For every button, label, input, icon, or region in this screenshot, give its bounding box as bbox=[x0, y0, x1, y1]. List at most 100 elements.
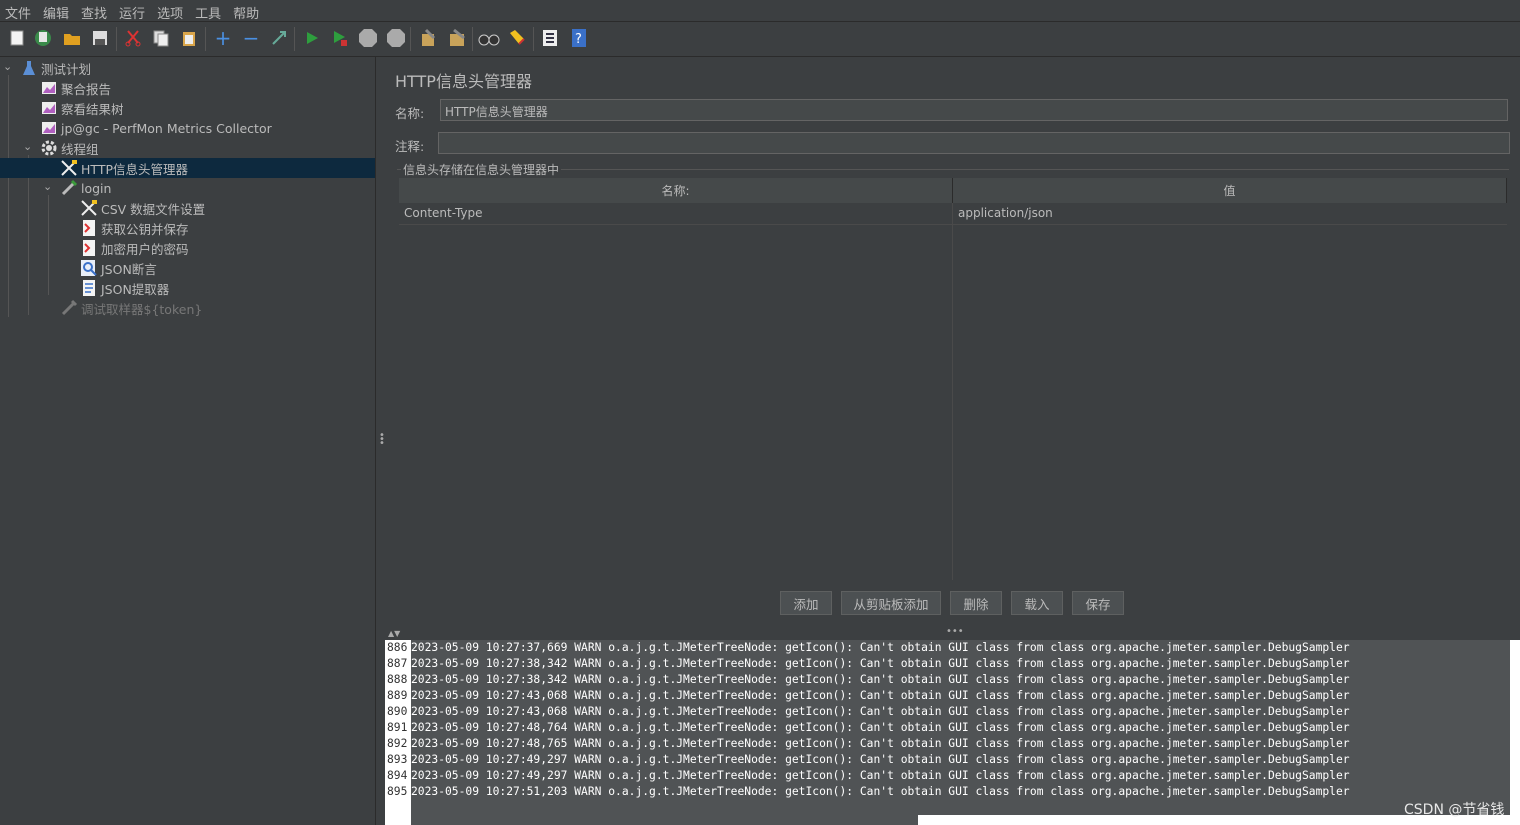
tree-item-header-manager[interactable]: HTTP信息头管理器 bbox=[0, 158, 375, 178]
menu-bar: 文件 编辑 查找 运行 选项 工具 帮助 bbox=[0, 0, 1520, 22]
menu-tools[interactable]: 工具 bbox=[190, 0, 228, 22]
toolbar-separator bbox=[205, 27, 206, 51]
copy-icon[interactable] bbox=[150, 27, 172, 49]
new-icon[interactable] bbox=[6, 27, 28, 49]
cut-icon[interactable] bbox=[122, 27, 144, 49]
tree-item-aggregate-report[interactable]: 聚合报告 bbox=[40, 78, 111, 98]
shutdown-icon[interactable] bbox=[385, 27, 407, 49]
tree-item-debug-sampler[interactable]: 调试取样器${token} bbox=[60, 298, 202, 318]
menu-search[interactable]: 查找 bbox=[76, 0, 114, 22]
tree-item-results-tree[interactable]: 察看结果树 bbox=[40, 98, 124, 118]
tree-item-label: 线程组 bbox=[61, 141, 99, 157]
splitter-arrows-icon[interactable]: ▲▼ bbox=[388, 629, 400, 638]
help-icon[interactable]: ? bbox=[568, 27, 590, 49]
open-icon[interactable] bbox=[61, 27, 83, 49]
menu-edit[interactable]: 编辑 bbox=[38, 0, 76, 22]
log-line: 886 2023-05-09 10:27:37,669 WARN o.a.j.g.… bbox=[385, 640, 1350, 656]
tree-item-label: 获取公钥并保存 bbox=[101, 221, 189, 237]
menu-help[interactable]: 帮助 bbox=[228, 0, 266, 22]
table-cell-name[interactable]: Content-Type bbox=[399, 204, 952, 224]
toolbar: + − ? bbox=[0, 22, 1520, 57]
graph-icon bbox=[40, 79, 58, 97]
tree-item-label: 察看结果树 bbox=[61, 101, 124, 117]
save-button[interactable]: 保存 bbox=[1072, 591, 1124, 615]
toolbar-separator bbox=[294, 27, 295, 51]
column-header-name[interactable]: 名称: bbox=[399, 178, 953, 203]
toolbar-separator bbox=[472, 27, 473, 51]
watermark: CSDN @节省钱 bbox=[1404, 802, 1505, 818]
tree-item-get-key[interactable]: 获取公钥并保存 bbox=[80, 218, 189, 238]
script-icon bbox=[80, 219, 98, 237]
log-line: 890 2023-05-09 10:27:43,068 WARN o.a.j.g.… bbox=[385, 704, 1350, 720]
tree-item-label: JSON断言 bbox=[101, 261, 157, 277]
load-button[interactable]: 载入 bbox=[1011, 591, 1063, 615]
log-line: 892 2023-05-09 10:27:48,765 WARN o.a.j.g.… bbox=[385, 736, 1350, 752]
log-line: 894 2023-05-09 10:27:49,297 WARN o.a.j.g.… bbox=[385, 768, 1350, 784]
clear-all-icon[interactable] bbox=[446, 27, 468, 49]
templates-icon[interactable] bbox=[32, 27, 54, 49]
log-line: 888 2023-05-09 10:27:38,342 WARN o.a.j.g.… bbox=[385, 672, 1350, 688]
tree-guide-line bbox=[28, 155, 29, 315]
log-line: 893 2023-05-09 10:27:49,297 WARN o.a.j.g.… bbox=[385, 752, 1350, 768]
page-title: HTTP信息头管理器 bbox=[395, 72, 532, 91]
comment-label: 注释: bbox=[395, 139, 425, 154]
menu-file[interactable]: 文件 bbox=[0, 0, 38, 22]
chevron-down-icon[interactable]: ⌄ bbox=[43, 180, 52, 193]
start-no-pause-icon[interactable] bbox=[329, 27, 351, 49]
chevron-down-icon[interactable]: ⌄ bbox=[23, 140, 32, 153]
function-helper-icon[interactable] bbox=[539, 27, 561, 49]
name-field[interactable]: HTTP信息头管理器 bbox=[440, 99, 1508, 121]
tree-item-perfmon[interactable]: jp@gc - PerfMon Metrics Collector bbox=[40, 118, 272, 138]
tree-item-csv[interactable]: CSV 数据文件设置 bbox=[80, 198, 205, 218]
toolbar-separator bbox=[410, 27, 411, 51]
script-icon bbox=[80, 239, 98, 257]
tree-item-json-extract[interactable]: JSON提取器 bbox=[80, 278, 169, 298]
tree-item-test-plan[interactable]: 测试计划 bbox=[20, 58, 91, 78]
save-icon[interactable] bbox=[89, 27, 111, 49]
comment-field[interactable] bbox=[438, 132, 1510, 154]
tree-item-label: JSON提取器 bbox=[101, 281, 170, 297]
svg-text:?: ? bbox=[575, 32, 582, 47]
add-from-clipboard-button[interactable]: 从剪贴板添加 bbox=[841, 591, 941, 615]
tree-item-label: 测试计划 bbox=[41, 61, 92, 77]
collapse-icon[interactable]: − bbox=[240, 26, 262, 50]
headers-table: 名称: 值 Content-Type application/json bbox=[399, 178, 1507, 580]
tree-item-login[interactable]: login bbox=[60, 178, 111, 198]
paste-icon[interactable] bbox=[178, 27, 200, 49]
chevron-down-icon[interactable]: ⌄ bbox=[3, 60, 12, 73]
menu-run[interactable]: 运行 bbox=[114, 0, 152, 22]
tree-item-label: 加密用户的密码 bbox=[101, 241, 189, 257]
column-divider bbox=[952, 203, 953, 580]
editor-panel: HTTP信息头管理器 名称: HTTP信息头管理器 注释: 信息头存储在信息头管… bbox=[385, 57, 1520, 632]
start-icon[interactable] bbox=[301, 27, 323, 49]
tree-guide-line bbox=[48, 195, 49, 295]
table-cell-value[interactable]: application/json bbox=[953, 204, 1507, 224]
delete-button[interactable]: 删除 bbox=[950, 591, 1002, 615]
expand-icon[interactable]: + bbox=[212, 26, 234, 50]
tree-item-json-assert[interactable]: JSON断言 bbox=[80, 258, 157, 278]
tools-icon bbox=[80, 199, 98, 217]
stop-icon[interactable] bbox=[357, 27, 379, 49]
log-line: 889 2023-05-09 10:27:43,068 WARN o.a.j.g.… bbox=[385, 688, 1350, 704]
reset-search-icon[interactable] bbox=[506, 27, 528, 49]
test-plan-tree: ⌄ 测试计划 聚合报告 察看结果树 jp@gc - PerfMon Metric… bbox=[0, 57, 375, 825]
log-vertical-scrollbar[interactable] bbox=[1510, 640, 1520, 825]
group-border bbox=[397, 169, 1509, 170]
log-panel[interactable]: 886 2023-05-09 10:27:37,669 WARN o.a.j.g.… bbox=[385, 640, 1510, 825]
log-line: 891 2023-05-09 10:27:48,764 WARN o.a.j.g.… bbox=[385, 720, 1350, 736]
menu-options[interactable]: 选项 bbox=[152, 0, 190, 22]
search-icon[interactable] bbox=[478, 27, 500, 49]
row-divider bbox=[399, 224, 1507, 225]
flask-icon bbox=[20, 59, 38, 77]
toggle-icon[interactable] bbox=[268, 27, 290, 49]
add-button[interactable]: 添加 bbox=[780, 591, 832, 615]
splitter-handle-icon[interactable]: ••• bbox=[946, 626, 964, 637]
log-line: 895 2023-05-09 10:27:51,203 WARN o.a.j.g.… bbox=[385, 784, 1350, 800]
tree-item-thread-group[interactable]: 线程组 bbox=[40, 138, 99, 158]
tree-item-encrypt[interactable]: 加密用户的密码 bbox=[80, 238, 189, 258]
tree-item-label: login bbox=[81, 180, 112, 196]
clear-icon[interactable] bbox=[417, 27, 439, 49]
gear-icon bbox=[40, 139, 58, 157]
column-header-value[interactable]: 值 bbox=[953, 178, 1507, 203]
horizontal-splitter[interactable]: ▲▼ ••• bbox=[385, 626, 1520, 640]
